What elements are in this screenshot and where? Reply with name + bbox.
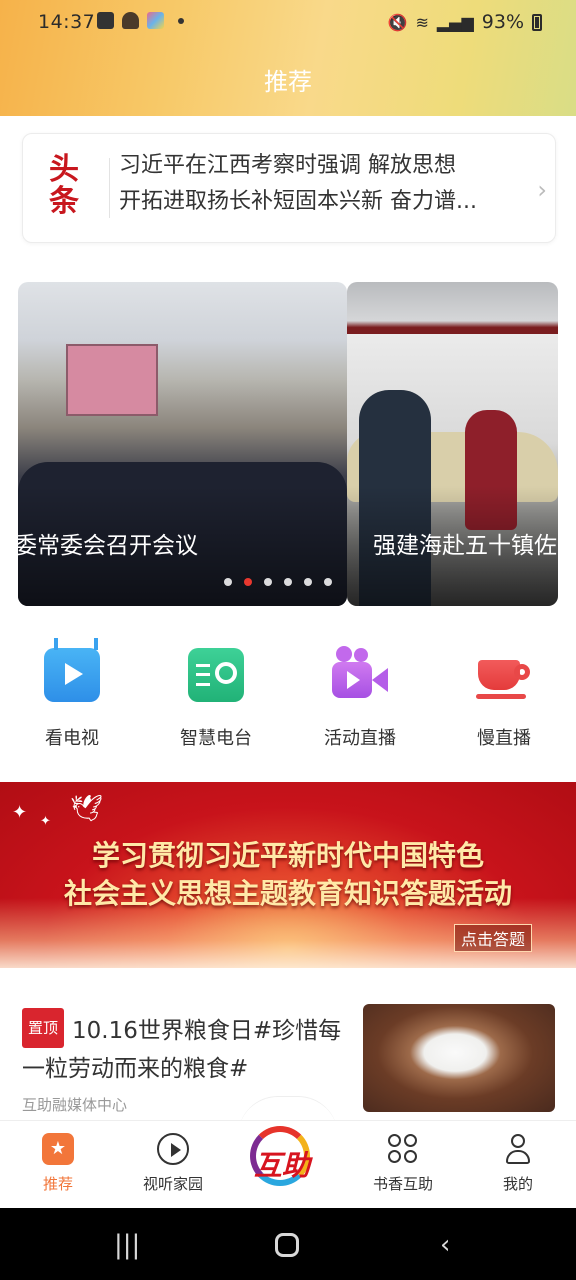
home-icon[interactable]	[275, 1233, 299, 1257]
quick-link-label: 智慧电台	[180, 728, 252, 749]
wifi-icon: ≋	[415, 12, 429, 32]
news-title: 10.16世界粮食日#珍惜每一粒劳动而来的粮食#	[22, 1018, 342, 1082]
status-bar: 14:37 🔇 ≋ ▂▄▆ 93%	[0, 0, 576, 46]
cloud-play-icon	[157, 1133, 189, 1165]
tab-label: 书香互助	[372, 1175, 433, 1193]
center-home-logo[interactable]: 互助	[248, 1126, 328, 1188]
slide-caption: 委常委会召开会议	[18, 533, 198, 559]
dove-icon: 🕊	[70, 794, 104, 824]
carousel-dots[interactable]	[224, 578, 332, 586]
battery-percent: 93%	[481, 11, 524, 33]
headline-line-1: 习近平在江西考察时强调 解放思想	[119, 153, 456, 178]
app-notification-icon-2	[147, 12, 164, 29]
dove-icon: ✦	[12, 802, 28, 823]
grid-icon	[387, 1133, 419, 1165]
image-carousel[interactable]: 委常委会召开会议 强建海赴五十镇佐	[18, 282, 558, 606]
headline-logo-top: 头	[49, 152, 79, 187]
tab-label: 视听家园	[142, 1175, 203, 1193]
news-thumbnail[interactable]	[363, 1004, 555, 1112]
page-title: 推荐	[264, 68, 312, 96]
tab-profile[interactable]: 我的	[468, 1133, 568, 1194]
quick-link-label: 活动直播	[324, 728, 396, 749]
tab-label: 推荐	[42, 1175, 73, 1193]
mute-icon: 🔇	[387, 12, 408, 32]
quiz-banner[interactable]: 🕊 ✦ ✦ 学习贯彻习近平新时代中国特色 社会主义思想主题教育知识答题活动 点击…	[0, 782, 576, 968]
cup-icon	[476, 648, 532, 702]
battery-icon	[532, 13, 542, 31]
more-notifications-icon	[178, 17, 184, 24]
notification-icons	[97, 12, 184, 29]
quick-links: 看电视 智慧电台 活动直播 慢直播	[0, 646, 576, 758]
center-logo-text: 互助	[254, 1149, 311, 1182]
answer-quiz-button[interactable]: 点击答题	[453, 924, 532, 952]
headline-line-2: 开拓进取扬长补短固本兴新 奋力谱...	[119, 189, 477, 214]
carousel-slide[interactable]: 强建海赴五十镇佐	[347, 282, 558, 606]
headline-text[interactable]: 习近平在江西考察时强调 解放思想 开拓进取扬长补短固本兴新 奋力谱...	[119, 148, 529, 220]
quick-link-smart-radio[interactable]: 智慧电台	[156, 648, 276, 750]
status-right: 🔇 ≋ ▂▄▆ 93%	[388, 11, 542, 33]
system-nav-bar: ||| ‹	[0, 1208, 576, 1280]
headline-logo-bottom: 条	[49, 184, 79, 219]
video-camera-icon	[332, 646, 388, 702]
news-source: 互助融媒体中心	[22, 1096, 128, 1114]
tab-reading[interactable]: 书香互助	[353, 1133, 453, 1194]
carousel-dot[interactable]	[244, 578, 252, 586]
radio-icon	[188, 648, 244, 702]
tab-label: 我的	[502, 1175, 533, 1193]
gallery-notification-icon	[97, 12, 114, 29]
quick-link-label: 看电视	[45, 728, 99, 749]
meeting-screen-image	[66, 344, 158, 416]
carousel-dot[interactable]	[324, 578, 332, 586]
tab-audio-video[interactable]: 视听家园	[123, 1133, 223, 1194]
user-icon	[502, 1133, 534, 1165]
recent-apps-icon[interactable]: |||	[114, 1230, 140, 1260]
quick-link-slow-live[interactable]: 慢直播	[444, 648, 564, 750]
carousel-dot[interactable]	[224, 578, 232, 586]
tab-recommend[interactable]: ★ 推荐	[8, 1133, 108, 1194]
quick-link-label: 慢直播	[477, 728, 531, 749]
news-title-block[interactable]: 置顶 10.16世界粮食日#珍惜每一粒劳动而来的粮食#	[22, 1008, 352, 1088]
headline-card[interactable]: 头 条 习近平在江西考察时强调 解放思想 开拓进取扬长补短固本兴新 奋力谱...…	[22, 133, 556, 243]
headline-logo: 头 条	[43, 154, 85, 220]
banner-title-line-1: 学习贯彻习近平新时代中国特色	[91, 839, 484, 872]
carousel-slide[interactable]: 委常委会召开会议	[18, 282, 347, 606]
carousel-dot[interactable]	[264, 578, 272, 586]
back-icon[interactable]: ‹	[440, 1230, 450, 1260]
pinned-badge: 置顶	[22, 1008, 65, 1048]
dove-icon: ✦	[40, 814, 51, 829]
banner-title-line-2: 社会主义思想主题教育知识答题活动	[63, 877, 512, 910]
app-notification-icon	[122, 12, 139, 29]
carousel-dot[interactable]	[284, 578, 292, 586]
signal-icon: ▂▄▆	[436, 12, 474, 32]
carousel-dot[interactable]	[304, 578, 312, 586]
quick-link-watch-tv[interactable]: 看电视	[12, 648, 132, 750]
tv-play-icon	[44, 648, 100, 702]
quick-link-live-events[interactable]: 活动直播	[300, 646, 420, 750]
status-time: 14:37	[38, 11, 96, 33]
star-icon: ★	[42, 1133, 74, 1165]
slide-caption: 强建海赴五十镇佐	[373, 533, 557, 559]
headline-divider	[109, 158, 110, 218]
chevron-right-icon[interactable]: ›	[537, 176, 547, 204]
app-header: 14:37 🔇 ≋ ▂▄▆ 93% 推荐	[0, 0, 576, 116]
